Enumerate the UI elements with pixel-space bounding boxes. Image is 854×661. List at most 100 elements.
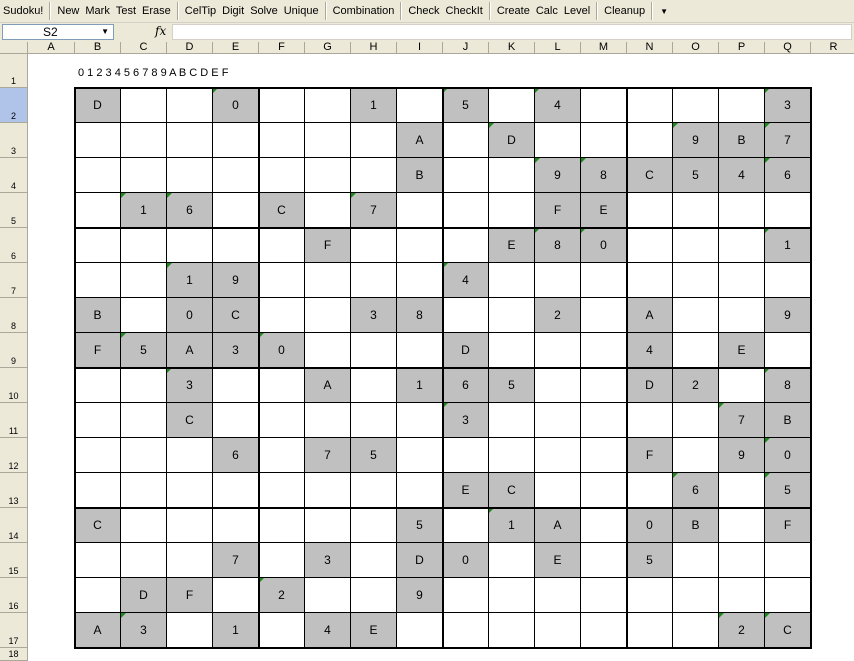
sudoku-cell[interactable]: 3	[121, 613, 167, 648]
sudoku-cell[interactable]	[121, 473, 167, 508]
sudoku-cell[interactable]	[305, 263, 351, 298]
sudoku-cell[interactable]: A	[535, 508, 581, 543]
sudoku-cell[interactable]: 0	[213, 88, 259, 123]
sudoku-cell[interactable]	[167, 613, 213, 648]
sudoku-cell[interactable]: 5	[121, 333, 167, 368]
sudoku-cell[interactable]	[305, 578, 351, 613]
sudoku-cell[interactable]: 7	[305, 438, 351, 473]
sudoku-cell[interactable]	[75, 263, 121, 298]
sudoku-cell[interactable]	[673, 298, 719, 333]
sudoku-cell[interactable]: B	[673, 508, 719, 543]
column-header-j[interactable]: J	[443, 42, 489, 54]
column-header-a[interactable]: A	[28, 42, 75, 54]
sudoku-cell[interactable]	[719, 543, 765, 578]
sudoku-cell[interactable]: D	[443, 333, 489, 368]
sudoku-cell[interactable]	[213, 123, 259, 158]
sudoku-cell[interactable]: D	[121, 578, 167, 613]
sudoku-cell[interactable]	[719, 298, 765, 333]
row-header-17[interactable]: 17	[0, 613, 28, 648]
sudoku-cell[interactable]: 8	[765, 368, 811, 403]
sudoku-cell[interactable]	[581, 368, 627, 403]
sudoku-cell[interactable]	[167, 438, 213, 473]
sudoku-cell[interactable]: C	[765, 613, 811, 648]
sudoku-cell[interactable]	[673, 613, 719, 648]
sudoku-cell[interactable]	[75, 228, 121, 263]
sudoku-cell[interactable]	[121, 263, 167, 298]
sudoku-cell[interactable]	[259, 298, 305, 333]
sudoku-cell[interactable]: 3	[305, 543, 351, 578]
sudoku-cell[interactable]: 3	[443, 403, 489, 438]
sudoku-cell[interactable]	[627, 193, 673, 228]
sudoku-cell[interactable]	[213, 508, 259, 543]
column-header-b[interactable]: B	[75, 42, 121, 54]
sudoku-cell[interactable]: E	[351, 613, 397, 648]
sudoku-cell[interactable]: F	[765, 508, 811, 543]
sudoku-cell[interactable]	[627, 123, 673, 158]
sudoku-cell[interactable]	[535, 578, 581, 613]
sudoku-cell[interactable]	[443, 298, 489, 333]
sudoku-cell[interactable]: 0	[627, 508, 673, 543]
sudoku-cell[interactable]: 7	[351, 193, 397, 228]
sudoku-cell[interactable]	[627, 263, 673, 298]
sudoku-cell[interactable]: D	[489, 123, 535, 158]
sudoku-cell[interactable]: D	[627, 368, 673, 403]
sudoku-cell[interactable]: A	[75, 613, 121, 648]
sudoku-cell[interactable]	[673, 228, 719, 263]
sudoku-cell[interactable]: 6	[765, 158, 811, 193]
sudoku-cell[interactable]: 0	[167, 298, 213, 333]
sudoku-cell[interactable]: 5	[351, 438, 397, 473]
sudoku-cell[interactable]: 7	[719, 403, 765, 438]
column-header-m[interactable]: M	[581, 42, 627, 54]
sudoku-cell[interactable]	[673, 438, 719, 473]
column-header-g[interactable]: G	[305, 42, 351, 54]
sudoku-cell[interactable]	[489, 298, 535, 333]
sudoku-cell[interactable]	[489, 578, 535, 613]
sudoku-cell[interactable]: 3	[351, 298, 397, 333]
sudoku-cell[interactable]	[305, 298, 351, 333]
sudoku-cell[interactable]	[581, 298, 627, 333]
column-header-e[interactable]: E	[213, 42, 259, 54]
menu-level[interactable]: Level	[562, 0, 592, 22]
sudoku-cell[interactable]	[351, 578, 397, 613]
sudoku-cell[interactable]: 8	[535, 228, 581, 263]
menu-cleanup[interactable]: Cleanup	[602, 0, 647, 22]
sudoku-cell[interactable]	[259, 263, 305, 298]
sudoku-cell[interactable]: 6	[167, 193, 213, 228]
sudoku-cell[interactable]	[489, 613, 535, 648]
sudoku-cell[interactable]	[443, 193, 489, 228]
column-header-f[interactable]: F	[259, 42, 305, 54]
row-header-4[interactable]: 4	[0, 158, 28, 193]
menu-create[interactable]: Create	[495, 0, 532, 22]
row-header-14[interactable]: 14	[0, 508, 28, 543]
row-header-12[interactable]: 12	[0, 438, 28, 473]
sudoku-cell[interactable]	[489, 403, 535, 438]
sudoku-cell[interactable]: 1	[121, 193, 167, 228]
sudoku-cell[interactable]	[305, 508, 351, 543]
sudoku-cell[interactable]: A	[167, 333, 213, 368]
sudoku-cell[interactable]	[167, 228, 213, 263]
menu-mark[interactable]: Mark	[83, 0, 111, 22]
sudoku-cell[interactable]: B	[765, 403, 811, 438]
sudoku-cell[interactable]	[673, 543, 719, 578]
sudoku-cell[interactable]	[75, 193, 121, 228]
sudoku-cell[interactable]: B	[75, 298, 121, 333]
sudoku-cell[interactable]	[121, 228, 167, 263]
sudoku-cell[interactable]: 4	[305, 613, 351, 648]
sudoku-cell[interactable]	[719, 578, 765, 613]
sudoku-cell[interactable]	[443, 438, 489, 473]
sudoku-cell[interactable]	[719, 473, 765, 508]
name-box[interactable]: S2 ▼	[2, 24, 114, 40]
sudoku-cell[interactable]	[765, 193, 811, 228]
row-header-15[interactable]: 15	[0, 543, 28, 578]
sudoku-cell[interactable]: 9	[213, 263, 259, 298]
column-header-k[interactable]: K	[489, 42, 535, 54]
sudoku-cell[interactable]: F	[627, 438, 673, 473]
menu-combination[interactable]: Combination	[331, 0, 397, 22]
sudoku-cell[interactable]	[167, 508, 213, 543]
sudoku-cell[interactable]: E	[489, 228, 535, 263]
function-icon[interactable]: fx	[155, 24, 166, 38]
sudoku-cell[interactable]	[673, 403, 719, 438]
column-header-n[interactable]: N	[627, 42, 673, 54]
sudoku-cell[interactable]: A	[305, 368, 351, 403]
sudoku-cell[interactable]	[167, 473, 213, 508]
